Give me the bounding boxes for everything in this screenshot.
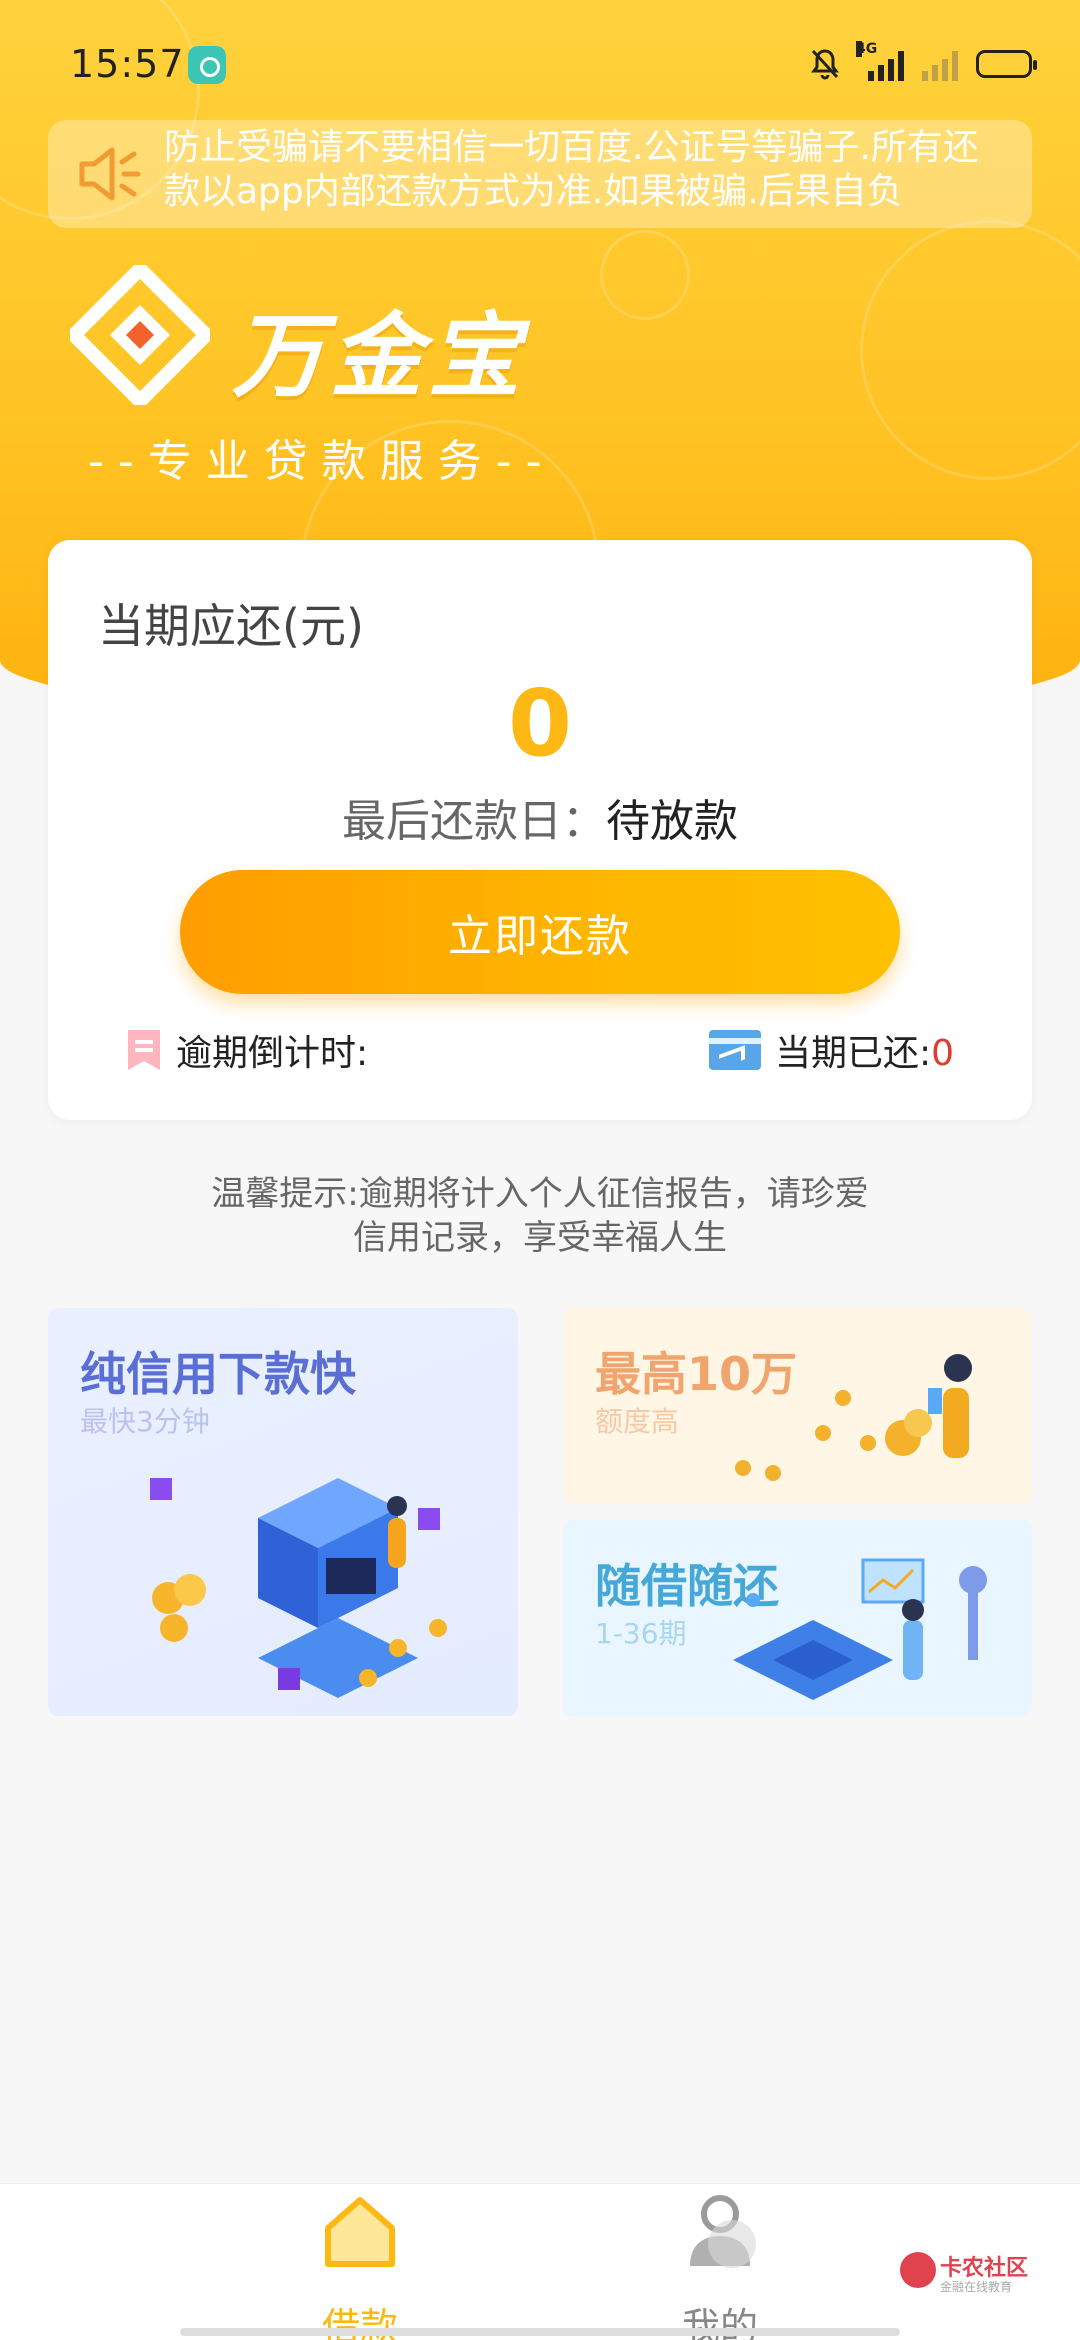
notice-text: 防止受骗请不要相信一切百度.公证号等骗子.所有还款以app内部还款方式为准.如果… [164,127,979,212]
bank-card-icon [708,1030,761,1070]
feature-subtitle: 1-36期 [595,1617,687,1650]
feature-subtitle: 最快3分钟 [80,1405,210,1438]
signal-sim2-icon [922,47,958,81]
watermark-logo-icon [900,2252,936,2288]
watermark-subtitle: 金融在线教育 [940,2280,1013,2294]
community-watermark: 卡农社区 金融在线教育 [900,2250,1030,2310]
mute-bell-icon [810,48,840,80]
feature-subtitle: 额度高 [595,1405,680,1438]
paid-label: 当期已还: [774,1033,932,1074]
coins-person-illustration [735,1354,972,1481]
scam-warning-notice[interactable]: 防止受骗请不要相信一切百度.公证号等骗子.所有还款以app内部还款方式为准.如果… [48,120,1032,228]
status-bar: 15:57 4G [0,0,1080,130]
signal-4g-icon: 4G [856,41,904,81]
paid-value: 0 [931,1033,954,1074]
card-title: 当期应还(元) [98,599,364,653]
home-indicator[interactable] [180,2328,900,2336]
decor-circle [860,220,1080,480]
notification-app-icon [188,46,226,84]
loan-machine-illustration [150,1478,447,1698]
paid-this-period: 当期已还:0 [708,1024,954,1076]
user-icon [682,2192,758,2272]
decor-circle [600,230,690,320]
bookmark-icon [126,1028,162,1072]
overdue-label: 逾期倒计时: [176,1033,369,1074]
nav-tab-mine[interactable]: 我的 [620,2184,820,2340]
due-date-row: 最后还款日：待放款 [48,785,1032,849]
feature-tile-max-limit[interactable]: 最高10万 额度高 [563,1308,1032,1504]
feature-title: 纯信用下款快 [80,1347,356,1401]
battery-icon [976,50,1037,78]
due-date-value: 待放款 [606,796,738,847]
warm-tip: 温馨提示:逾期将计入个人征信报告，请珍爱信用记录，享受幸福人生 [211,1174,869,1258]
due-date-label: 最后还款日： [342,796,606,847]
repayment-amount: 0 [507,670,572,777]
chart-person-illustration [733,1558,987,1700]
status-time: 15:57 [70,42,185,86]
home-icon [322,2192,398,2272]
overdue-countdown: 逾期倒计时: [126,1024,368,1076]
speaker-icon [76,142,146,206]
repayment-card: 当期应还(元) 0 最后还款日：待放款 立即还款 逾期倒计时: 当期已还:0 [48,540,1032,1120]
brand-slogan: --专业贷款服务-- [88,436,556,487]
network-type-label: 4G [856,41,878,57]
brand-name: 万金宝 [232,303,527,410]
feature-tile-flexible[interactable]: 随借随还 1-36期 [563,1520,1032,1716]
repay-now-button[interactable]: 立即还款 [180,870,900,994]
nav-tab-loan[interactable]: 借款 [260,2184,460,2340]
status-icons: 4G [810,41,1037,84]
brand-logo-icon [67,262,213,408]
feature-tile-fast-credit[interactable]: 纯信用下款快 最快3分钟 [48,1308,518,1716]
